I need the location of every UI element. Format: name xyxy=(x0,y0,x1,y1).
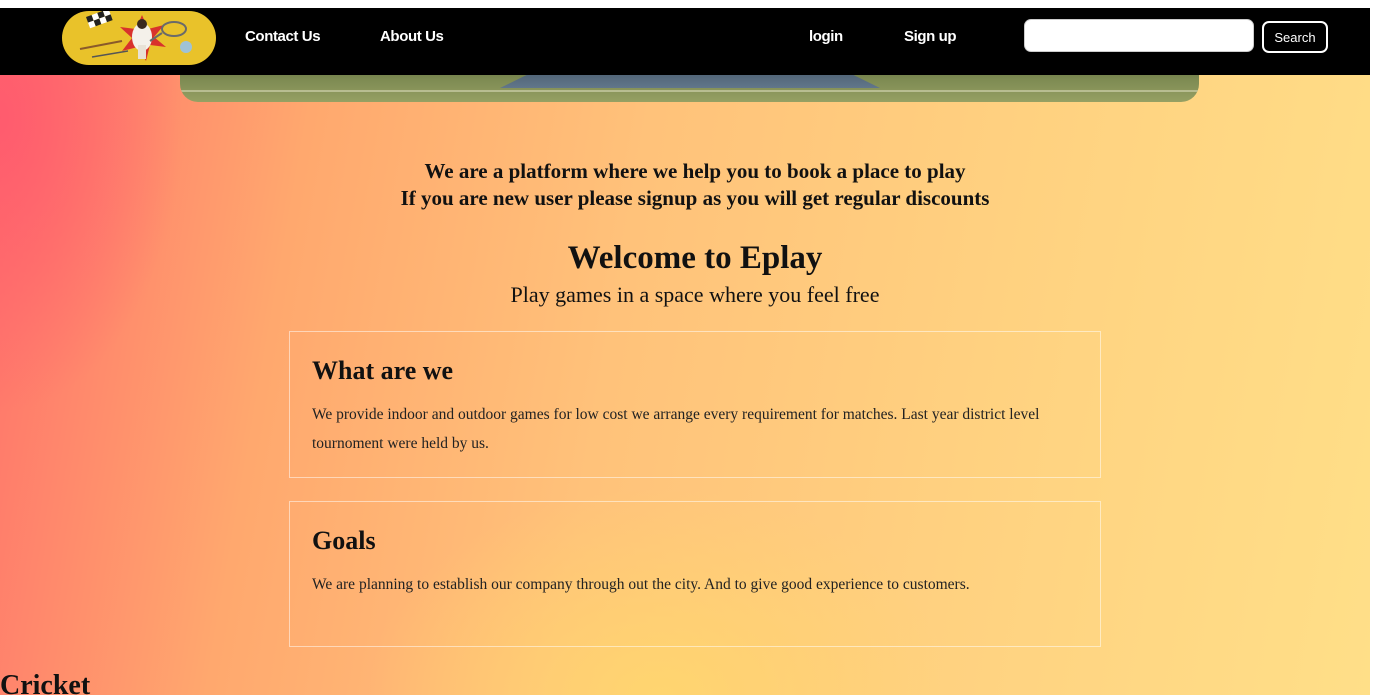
card-what-are-we: What are we We provide indoor and outdoo… xyxy=(289,331,1101,478)
nav-about-us[interactable]: About Us xyxy=(380,28,444,45)
hero-field-line xyxy=(180,90,1199,92)
nav-contact-us[interactable]: Contact Us xyxy=(245,28,321,45)
top-border xyxy=(0,0,1374,8)
section-title-cricket: Cricket xyxy=(0,670,91,695)
card-text: We are planning to establish our company… xyxy=(312,576,970,593)
card-goals: Goals We are planning to establish our c… xyxy=(289,501,1101,647)
card-text: We provide indoor and outdoor games for … xyxy=(312,406,1040,452)
sports-collage-logo-icon xyxy=(79,11,192,61)
page-subtitle: Play games in a space where you feel fre… xyxy=(510,282,880,307)
intro-text: We are a platform where we help you to b… xyxy=(0,158,1374,212)
right-edge xyxy=(1370,0,1374,695)
nav-login[interactable]: login xyxy=(809,28,843,45)
intro-line-1: We are a platform where we help you to b… xyxy=(424,159,966,183)
navbar: Contact Us About Us login Sign up Search xyxy=(0,8,1370,75)
card-title: Goals xyxy=(312,526,376,555)
intro-line-2: If you are new user please signup as you… xyxy=(400,186,990,210)
search-button[interactable]: Search xyxy=(1262,21,1328,53)
nav-sign-up[interactable]: Sign up xyxy=(904,28,957,45)
search-input[interactable] xyxy=(1024,19,1254,52)
logo[interactable] xyxy=(62,11,216,65)
page-title: Welcome to Eplay xyxy=(567,240,823,276)
card-title: What are we xyxy=(312,356,454,385)
